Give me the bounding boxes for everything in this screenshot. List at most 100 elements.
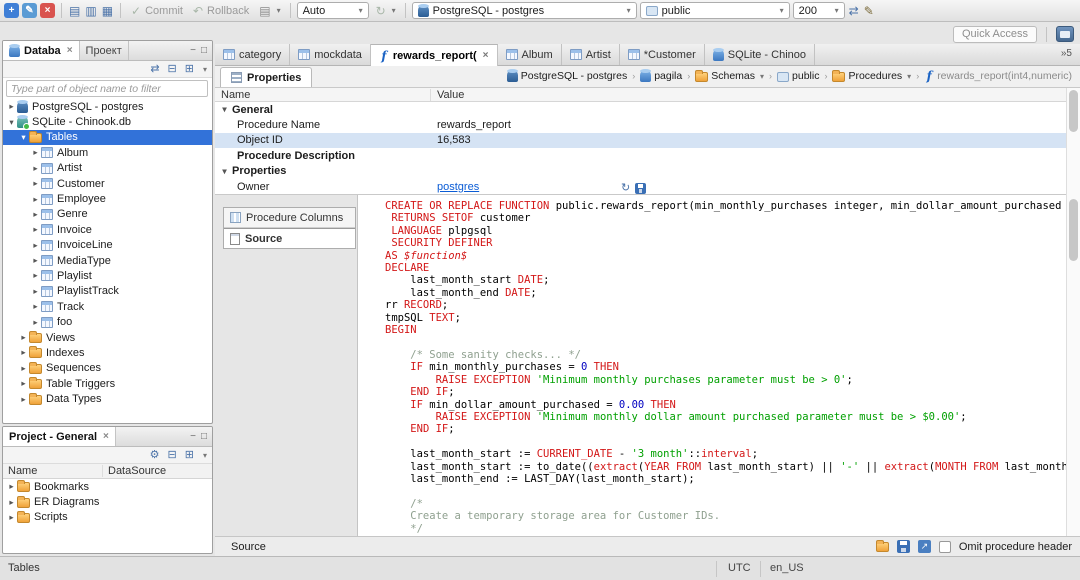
expand-arrow-icon[interactable]: ▸	[30, 317, 41, 328]
editor-tab[interactable]: SQLite - Chinoo	[705, 44, 815, 65]
maximize-icon[interactable]: □	[201, 45, 207, 56]
properties-scrollbar[interactable]	[1066, 88, 1080, 195]
project-item[interactable]: ▸ Bookmarks	[3, 479, 212, 494]
omit-header-checkbox[interactable]	[938, 540, 951, 553]
status-locale[interactable]: en_US	[770, 562, 804, 574]
expand-arrow-icon[interactable]: ▸	[30, 240, 41, 251]
expand-arrow-icon[interactable]: ▸	[30, 286, 41, 297]
tree-item[interactable]: ▸ Track	[3, 299, 212, 314]
tab-database-navigator[interactable]: Databa ×	[3, 41, 80, 60]
rollback-button[interactable]: ↶ Rollback	[189, 4, 252, 18]
new-sql-editor-icon[interactable]: ▥	[84, 4, 97, 18]
tree-item[interactable]: ▾ Tables	[3, 129, 212, 146]
save-source-icon[interactable]	[635, 182, 647, 194]
expand-arrow-icon[interactable]: ▸	[18, 332, 29, 343]
source-scrollbar[interactable]	[1066, 195, 1080, 536]
delete-connection-icon[interactable]: ×	[40, 3, 55, 18]
commit-button[interactable]: ✓ Commit	[127, 4, 186, 18]
breadcrumb-item[interactable]: f rewards_report(int4,numeric)	[922, 69, 1074, 83]
tab-projects[interactable]: Проект	[80, 41, 129, 60]
expand-arrow-icon[interactable]: ▸	[30, 255, 41, 266]
transaction-mode-combo[interactable]: Auto ▾	[296, 2, 369, 19]
expand-arrow-icon[interactable]: ▸	[6, 512, 17, 523]
tree-item[interactable]: ▸ InvoiceLine	[3, 238, 212, 253]
caret-down-icon[interactable]: ▾	[907, 72, 911, 81]
quick-access-button[interactable]: Quick Access	[952, 25, 1037, 43]
expand-arrow-icon[interactable]: ▸	[6, 101, 17, 112]
column-header-value[interactable]: Value	[431, 89, 464, 101]
expand-arrow-icon[interactable]: ▾	[219, 104, 230, 115]
subtab-source[interactable]: Source	[224, 228, 355, 248]
expand-all-icon[interactable]: ⊞	[184, 62, 195, 76]
caret-down-icon[interactable]: ▾	[760, 72, 764, 81]
source-code-viewer[interactable]: CREATE OR REPLACE FUNCTION public.reward…	[357, 195, 1066, 536]
view-menu-icon[interactable]: ▾	[203, 65, 207, 74]
expand-arrow-icon[interactable]: ▸	[30, 224, 41, 235]
new-connection-icon[interactable]: +	[4, 3, 19, 18]
fetch-size-combo[interactable]: 200 ▾	[792, 2, 845, 19]
expand-arrow-icon[interactable]: ▸	[30, 301, 41, 312]
save-to-file-icon[interactable]	[896, 540, 910, 553]
tree-item[interactable]: ▸ MediaType	[3, 253, 212, 268]
property-row[interactable]: Procedure Description	[215, 148, 1066, 163]
expand-arrow-icon[interactable]: ▾	[18, 132, 29, 143]
project-item[interactable]: ▸ Scripts	[3, 510, 212, 525]
tree-item[interactable]: ▸ Table Triggers	[3, 376, 212, 391]
breadcrumb-item[interactable]: pagila	[638, 69, 684, 83]
link-with-editor-icon[interactable]: ⇄	[149, 62, 160, 76]
breadcrumb-item[interactable]: PostgreSQL - postgres	[505, 69, 629, 83]
navigate-object-icon[interactable]: ⇄	[848, 4, 860, 18]
tree-item[interactable]: ▸ Genre	[3, 207, 212, 222]
editor-tab[interactable]: Artist	[562, 44, 620, 65]
tree-item[interactable]: ▸ Employee	[3, 191, 212, 206]
tab-overflow-indicator[interactable]: »5	[1055, 48, 1078, 59]
status-timezone[interactable]: UTC	[728, 562, 751, 574]
close-icon[interactable]: ×	[483, 50, 489, 61]
breadcrumb-item[interactable]: Procedures ▾	[830, 69, 913, 83]
column-header-name[interactable]: Name	[215, 88, 431, 101]
open-file-icon[interactable]	[875, 540, 889, 552]
connection-combo[interactable]: PostgreSQL - postgres ▾	[411, 2, 637, 19]
property-row[interactable]: Object ID 16,583	[215, 132, 1066, 149]
edit-object-icon[interactable]: ✎	[863, 4, 875, 18]
tree-item[interactable]: ▸ Playlist	[3, 268, 212, 283]
refresh-source-icon[interactable]: ↻	[620, 181, 631, 195]
breadcrumb-item[interactable]: Schemas ▾	[693, 69, 766, 83]
tree-item[interactable]: ▸ Views	[3, 330, 212, 345]
expand-arrow-icon[interactable]: ▸	[30, 178, 41, 189]
expand-arrow-icon[interactable]: ▸	[30, 209, 41, 220]
editor-tab[interactable]: *Customer	[620, 44, 705, 65]
tab-properties[interactable]: Properties	[220, 67, 313, 87]
expand-arrow-icon[interactable]: ▸	[30, 147, 41, 158]
settings-gear-icon[interactable]: ⚙	[149, 448, 161, 462]
tree-item[interactable]: ▾ SQLite - Chinook.db	[3, 114, 212, 131]
tree-item[interactable]: ▸ Invoice	[3, 222, 212, 237]
maximize-icon[interactable]: □	[201, 431, 207, 442]
expand-arrow-icon[interactable]: ▸	[30, 270, 41, 281]
export-icon[interactable]: ↗	[917, 540, 931, 553]
property-value[interactable]: postgres	[437, 181, 479, 193]
tree-item[interactable]: ▸ Album	[3, 145, 212, 160]
column-header-datasource[interactable]: DataSource	[103, 465, 166, 477]
open-sql-script-icon[interactable]: ▦	[101, 4, 114, 18]
close-icon[interactable]: ×	[67, 45, 73, 56]
tree-item[interactable]: ▸ Customer	[3, 176, 212, 191]
breadcrumb-item[interactable]: public	[775, 69, 821, 83]
view-menu-icon[interactable]: ▾	[203, 451, 207, 460]
perspective-icon[interactable]	[1056, 26, 1074, 42]
expand-arrow-icon[interactable]: ▸	[18, 394, 29, 405]
tree-item[interactable]: ▸ Indexes	[3, 345, 212, 360]
refresh-button[interactable]: ↻ ▾	[372, 4, 399, 18]
tree-item[interactable]: ▸ foo	[3, 314, 212, 329]
tree-item[interactable]: ▸ PlaylistTrack	[3, 284, 212, 299]
tree-item[interactable]: ▸ Artist	[3, 161, 212, 176]
property-row[interactable]: Procedure Name rewards_report	[215, 117, 1066, 132]
expand-arrow-icon[interactable]: ▸	[18, 363, 29, 374]
property-row[interactable]: ▾ Properties	[215, 164, 1066, 179]
transaction-log-button[interactable]: ▤ ▾	[255, 4, 283, 18]
tree-item[interactable]: ▸ Data Types	[3, 391, 212, 406]
expand-arrow-icon[interactable]: ▾	[219, 166, 230, 177]
expand-arrow-icon[interactable]: ▸	[30, 163, 41, 174]
tab-project-general[interactable]: Project - General ×	[3, 427, 116, 446]
expand-arrow-icon[interactable]: ▸	[30, 194, 41, 205]
